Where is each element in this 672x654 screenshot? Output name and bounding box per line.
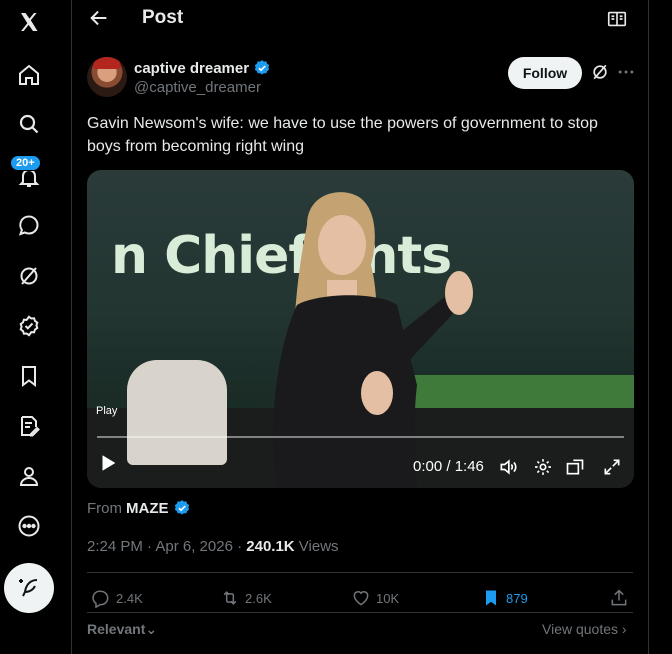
bookmark-count: 879 <box>506 590 528 606</box>
home-icon[interactable] <box>9 55 49 95</box>
reply-count: 2.4K <box>116 590 143 606</box>
nav-divider <box>71 0 72 654</box>
repost-button[interactable]: 2.6K <box>220 587 272 609</box>
post-meta: 2:24 PM · Apr 6, 2026 · 240.1K Views <box>87 538 339 555</box>
profile-icon[interactable] <box>9 456 49 496</box>
bookmark-filled-icon <box>486 590 496 606</box>
sort-relevant-dropdown[interactable]: Relevant⌄ <box>87 621 157 638</box>
replies-divider <box>87 612 633 613</box>
from-prefix: From <box>87 499 122 517</box>
share-icon <box>611 589 627 606</box>
like-button[interactable]: 10K <box>351 587 399 609</box>
lists-icon[interactable] <box>9 406 49 446</box>
view-quotes-link[interactable]: View quotes › <box>542 621 627 637</box>
settings-gear-icon[interactable] <box>533 457 553 477</box>
verified-badge-icon <box>254 60 270 75</box>
grok-icon[interactable] <box>590 62 610 82</box>
author-name[interactable]: captive dreamer <box>134 60 249 77</box>
speaker-figure <box>273 192 473 488</box>
more-icon[interactable] <box>9 506 49 546</box>
author-name-row[interactable]: captive dreamer <box>134 59 271 77</box>
more-options-icon[interactable] <box>616 62 636 82</box>
volume-icon[interactable] <box>498 457 518 477</box>
follow-button[interactable]: Follow <box>508 57 582 89</box>
reader-mode-icon[interactable] <box>606 8 628 30</box>
back-arrow-icon[interactable] <box>88 7 110 29</box>
messages-icon[interactable] <box>9 205 49 245</box>
relevant-label: Relevant <box>87 621 146 637</box>
repost-count: 2.6K <box>245 590 272 606</box>
video-progress-bar[interactable] <box>97 436 624 438</box>
bookmarks-icon[interactable] <box>9 356 49 396</box>
post-text: Gavin Newsom's wife: we have to use the … <box>87 115 598 155</box>
fullscreen-icon[interactable] <box>602 457 622 477</box>
chevron-down-icon: ⌄ <box>145 621 158 637</box>
x-logo-icon[interactable] <box>9 2 49 42</box>
play-icon[interactable] <box>97 452 119 474</box>
compose-button[interactable] <box>4 563 54 613</box>
verified-orgs-icon[interactable] <box>9 306 49 346</box>
compose-icon <box>19 579 38 597</box>
like-count: 10K <box>376 590 400 606</box>
share-button[interactable] <box>609 587 629 609</box>
source-verified-icon <box>174 500 189 515</box>
page-header: Post <box>72 0 648 38</box>
view-quotes-label: View quotes <box>542 621 619 637</box>
column-divider <box>648 0 649 654</box>
views-count: 240.1K <box>246 538 295 555</box>
from-source[interactable]: MAZE <box>126 500 169 517</box>
play-label: Play <box>96 405 118 417</box>
page-title: Post <box>142 7 184 28</box>
bookmark-button[interactable]: 879 <box>481 587 528 609</box>
reply-icon <box>92 590 109 608</box>
search-icon[interactable] <box>9 104 49 144</box>
video-time: 0:00 / 1:46 <box>413 458 484 475</box>
post-timestamp[interactable]: 2:24 PM · Apr 6, 2026 · <box>87 538 246 555</box>
from-attribution: From MAZE <box>87 499 191 517</box>
reply-button[interactable]: 2.4K <box>91 587 143 609</box>
picture-in-picture-icon[interactable] <box>565 457 585 477</box>
grok-icon[interactable] <box>9 256 49 296</box>
repost-icon <box>223 591 237 605</box>
chair <box>127 360 227 465</box>
video-player[interactable]: n Chief ents Play 0:00 / 1:46 <box>87 170 634 488</box>
actions-divider <box>87 572 633 573</box>
chevron-right-icon: › <box>621 621 627 637</box>
avatar[interactable] <box>87 57 127 97</box>
views-label: Views <box>294 538 339 555</box>
left-nav: 20+ <box>0 0 58 654</box>
author-handle[interactable]: @captive_dreamer <box>134 79 261 96</box>
notification-badge: 20+ <box>10 155 41 171</box>
heart-icon <box>353 591 369 606</box>
